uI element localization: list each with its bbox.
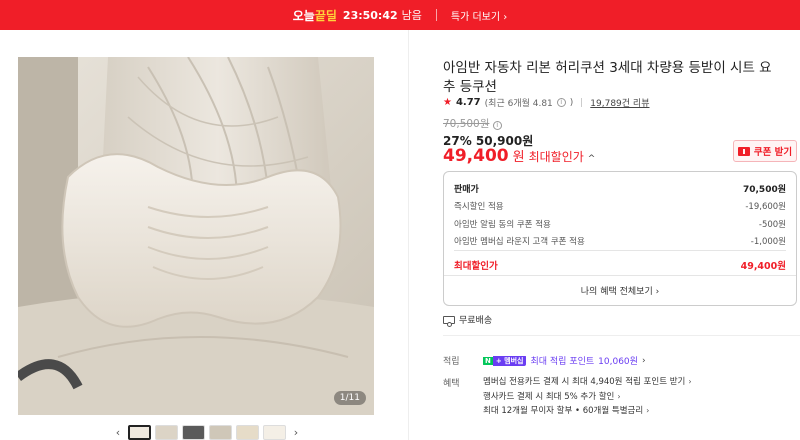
price-row-alert-coupon: 아임반 알림 동의 쿠폰 적용 -500원 xyxy=(454,218,786,230)
info-icon[interactable]: i xyxy=(556,98,566,107)
max-discount-unit: 원 xyxy=(512,150,525,165)
price-row-instant-discount: 즉시할인 적용 -19,600원 xyxy=(454,200,786,212)
view-all-benefits-button[interactable]: 나의 혜택 전체보기 › xyxy=(444,275,796,305)
chevron-right-icon[interactable]: › xyxy=(290,426,302,439)
chevron-right-icon: › xyxy=(646,406,650,415)
chevron-left-icon[interactable]: ‹ xyxy=(112,426,124,439)
product-title: 아임반 자동차 리본 허리쿠션 3세대 차량용 등받이 시트 요추 등쿠션 xyxy=(443,60,772,95)
truck-icon xyxy=(443,315,455,327)
rating-note-close: ) xyxy=(569,97,574,108)
points-text: 최대 적립 포인트 xyxy=(530,357,595,367)
points-value: 10,060원 xyxy=(598,357,638,367)
max-discount-label: 최대할인가 xyxy=(528,150,584,164)
benefit-text: 최대 12개월 무이자 할부 • 60개월 특별금리 xyxy=(483,406,644,416)
deal-brand-logo: 오늘끝딜 xyxy=(292,8,337,23)
thumbnail-strip: ‹ › xyxy=(112,425,302,440)
review-count-link[interactable]: 19,789건 리뷰 xyxy=(590,96,649,109)
price-row-sale: 판매가 70,500원 xyxy=(454,182,786,195)
chevron-right-icon: › xyxy=(641,355,646,366)
original-price-row: 70,500원 i xyxy=(443,116,502,131)
thumbnail-3[interactable] xyxy=(182,425,205,440)
thumbnail-5[interactable] xyxy=(236,425,259,440)
points-label: 적립 xyxy=(443,357,460,367)
product-main-image[interactable]: 1/11 xyxy=(18,57,374,415)
banner-divider xyxy=(435,9,437,21)
coupon-icon xyxy=(737,146,750,156)
price-row-value: -1,000원 xyxy=(750,237,786,247)
shipping-label: 무료배송 xyxy=(459,316,493,326)
coupon-button-label: 쿠폰 받기 xyxy=(753,147,793,158)
price-info-icon[interactable]: i xyxy=(492,121,502,130)
benefits-label: 혜택 xyxy=(443,379,460,389)
price-box-divider xyxy=(454,250,786,251)
thumbnail-4[interactable] xyxy=(209,425,232,440)
star-icon: ★ xyxy=(443,97,452,108)
rating-row: ★ 4.77 (최근 6개월 4.81 i) 19,789건 리뷰 xyxy=(443,96,650,109)
deal-timer-suffix: 남음 xyxy=(401,9,422,22)
price-row-value: 70,500원 xyxy=(742,185,786,195)
price-row-label: 판매가 xyxy=(454,185,479,195)
benefit-item[interactable]: 최대 12개월 무이자 할부 • 60개월 특별금리 › xyxy=(483,404,692,419)
max-discount-price-row[interactable]: 49,400 원 최대할인가 ^ xyxy=(443,146,595,166)
naver-n-icon: N xyxy=(483,356,493,365)
chevron-right-icon: › xyxy=(688,377,692,386)
column-divider xyxy=(408,30,409,440)
price-row-membership-coupon: 아임반 멤버십 라운지 고객 쿠폰 적용 -1,000원 xyxy=(454,235,786,247)
benefit-text: 멤버십 전용카드 결제 시 최대 4,940원 적립 포인트 받기 xyxy=(483,377,686,387)
benefit-text: 행사카드 결제 시 최대 5% 추가 할인 xyxy=(483,391,615,402)
membership-badge-text: + 멤버십 xyxy=(492,355,527,366)
thumbnail-2[interactable] xyxy=(155,425,178,440)
chevron-up-icon[interactable]: ^ xyxy=(588,154,596,164)
price-breakdown-box: 판매가 70,500원 즉시할인 적용 -19,600원 아임반 알림 동의 쿠… xyxy=(443,171,797,306)
benefit-item[interactable]: 멤버십 전용카드 결제 시 최대 4,940원 적립 포인트 받기 › xyxy=(483,375,692,390)
chevron-right-icon: › xyxy=(617,391,621,401)
naver-membership-badge: N + 멤버십 xyxy=(483,355,527,366)
rating-divider xyxy=(581,98,583,107)
benefit-item[interactable]: 행사카드 결제 시 최대 5% 추가 할인 › xyxy=(483,390,692,405)
deal-timer: 23:50:42 xyxy=(342,8,398,22)
price-row-total: 최대할인가 49,400원 xyxy=(454,258,786,272)
price-row-value: -19,600원 xyxy=(745,202,786,212)
max-discount-amount: 49,400 xyxy=(443,146,509,166)
deal-banner: 오늘끝딜 23:50:42 남음 특가 더보기 › xyxy=(0,0,800,30)
more-deals-link[interactable]: 특가 더보기 › xyxy=(451,8,507,23)
car-seat-cushion-illustration xyxy=(18,57,374,415)
image-pager: 1/11 xyxy=(333,391,366,405)
price-row-label: 아임반 알림 동의 쿠폰 적용 xyxy=(454,220,551,230)
original-price: 70,500원 xyxy=(443,118,490,130)
total-label: 최대할인가 xyxy=(454,261,498,272)
coupon-download-button[interactable]: 쿠폰 받기 xyxy=(733,140,797,162)
rating-recent-note: (최근 6개월 4.81 xyxy=(484,99,553,109)
price-row-label: 아임반 멤버십 라운지 고객 쿠폰 적용 xyxy=(454,237,585,247)
price-row-value: -500원 xyxy=(758,220,786,230)
section-divider xyxy=(443,335,800,336)
thumbnail-1[interactable] xyxy=(128,425,151,440)
rating-score: 4.77 xyxy=(455,97,481,108)
total-value: 49,400원 xyxy=(740,261,786,272)
points-link[interactable]: N + 멤버십 최대 적립 포인트 10,060원 › xyxy=(483,354,646,367)
price-row-label: 즉시할인 적용 xyxy=(454,202,504,212)
thumbnail-6[interactable] xyxy=(263,425,286,440)
benefits-list: 멤버십 전용카드 결제 시 최대 4,940원 적립 포인트 받기 › 행사카드 … xyxy=(483,375,692,419)
shipping-row: 무료배송 xyxy=(443,313,493,327)
